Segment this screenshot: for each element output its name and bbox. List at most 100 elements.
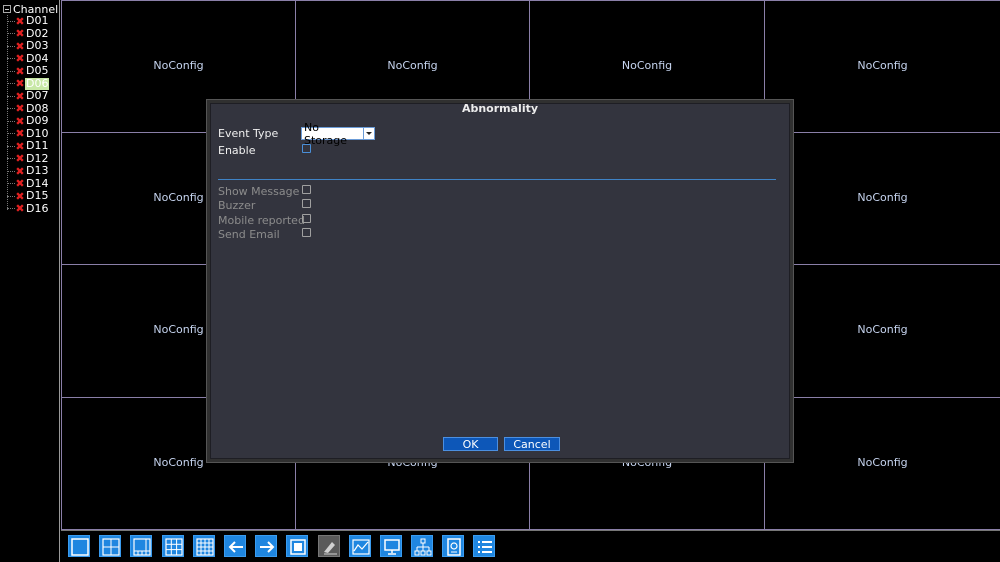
cell-status: NoConfig <box>387 456 437 529</box>
no-signal-icon: ✖ <box>15 139 25 153</box>
channel-tree: Channel ✖ D01 ✖ D02 ✖ D03 ✖ D04 ✖ D05 ✖ D06 ✖ D07 ✖ D08… <box>0 0 60 562</box>
channel-label: D05 <box>26 64 49 77</box>
video-cell[interactable]: NoConfig <box>764 397 1000 530</box>
collapse-icon[interactable] <box>3 5 11 13</box>
channel-item-d11[interactable]: ✖ D11 <box>7 140 49 152</box>
tree-connector <box>7 70 15 72</box>
buzzer-label: Buzzer <box>218 199 256 212</box>
cell-status: NoConfig <box>153 191 204 204</box>
cell-status: NoConfig <box>622 456 672 529</box>
sixteen-view-icon[interactable] <box>193 535 215 557</box>
no-signal-icon: ✖ <box>15 64 25 78</box>
tree-connector <box>7 145 15 147</box>
dialog-title: Abnormality <box>461 102 539 115</box>
storage-icon[interactable] <box>442 535 464 557</box>
event-type-label: Event Type <box>218 127 279 140</box>
no-signal-icon: ✖ <box>15 202 25 215</box>
channel-item-d08[interactable]: ✖ D08 <box>7 101 49 115</box>
ptz-icon[interactable] <box>318 535 340 557</box>
tree-connector <box>7 120 15 122</box>
channel-label: D09 <box>26 114 49 127</box>
show-message-label: Show Message <box>218 185 300 198</box>
tree-connector <box>7 20 15 22</box>
channel-label: D16 <box>26 201 49 215</box>
channel-item-d12[interactable]: ✖ D12 <box>7 151 49 165</box>
fullscreen-icon[interactable] <box>286 535 308 557</box>
eight-view-icon[interactable] <box>130 535 152 557</box>
channel-label: D15 <box>26 189 49 202</box>
divider <box>218 179 776 180</box>
channel-item-d04[interactable]: ✖ D04 <box>7 51 49 65</box>
channel-label: D11 <box>26 139 49 152</box>
nine-view-icon[interactable] <box>162 535 184 557</box>
channel-item-d03[interactable]: ✖ D03 <box>7 40 49 52</box>
tree-connector <box>7 33 15 34</box>
output-adjust-icon[interactable] <box>380 535 402 557</box>
dialog-body <box>210 103 790 459</box>
channel-label: D14 <box>26 176 49 190</box>
no-signal-icon: ✖ <box>15 114 25 128</box>
ok-button[interactable]: OK <box>443 437 498 451</box>
next-icon[interactable] <box>255 535 277 557</box>
cell-status: NoConfig <box>857 323 908 336</box>
no-signal-icon: ✖ <box>15 164 25 178</box>
cell-status: NoConfig <box>153 323 204 336</box>
channel-item-d06[interactable]: ✖ D06 <box>7 76 50 90</box>
channel-item-d13[interactable]: ✖ D13 <box>7 165 49 177</box>
channel-label: D04 <box>26 51 49 65</box>
no-signal-icon: ✖ <box>15 189 25 203</box>
channel-item-d09[interactable]: ✖ D09 <box>7 115 49 127</box>
video-cell[interactable]: NoConfig <box>764 264 1000 398</box>
tree-connector <box>7 208 15 209</box>
previous-icon[interactable] <box>224 535 246 557</box>
cell-status: NoConfig <box>857 456 908 469</box>
mobile-reported-label: Mobile reported <box>218 214 305 227</box>
cell-status: NoConfig <box>857 59 908 72</box>
cancel-button[interactable]: Cancel <box>504 437 560 451</box>
color-adjust-icon[interactable] <box>349 535 371 557</box>
video-cell[interactable]: NoConfig <box>764 0 1000 133</box>
channel-item-d07[interactable]: ✖ D07 <box>7 90 49 102</box>
event-type-value: No Storage <box>304 120 348 147</box>
cell-status: NoConfig <box>857 191 908 204</box>
channel-item-d05[interactable]: ✖ D05 <box>7 65 49 77</box>
enable-checkbox[interactable] <box>302 144 311 153</box>
mobile-reported-checkbox[interactable] <box>302 214 311 223</box>
tree-connector <box>7 45 15 47</box>
tree-connector <box>7 158 15 159</box>
event-type-select[interactable]: No Storage <box>301 121 375 147</box>
tree-connector <box>7 133 15 134</box>
channel-label: D08 <box>26 101 49 115</box>
single-view-icon[interactable] <box>68 535 90 557</box>
channel-item-d14[interactable]: ✖ D14 <box>7 176 49 190</box>
quad-view-icon[interactable] <box>99 535 121 557</box>
channel-label: D12 <box>26 151 49 165</box>
network-icon[interactable] <box>411 535 433 557</box>
enable-label: Enable <box>218 144 256 157</box>
no-signal-icon: ✖ <box>15 27 25 40</box>
channel-label: D13 <box>26 164 49 177</box>
video-cell[interactable]: NoConfig <box>764 132 1000 265</box>
menu-list-icon[interactable] <box>473 535 495 557</box>
tree-connector <box>7 95 15 97</box>
no-signal-icon: ✖ <box>15 127 25 140</box>
no-signal-icon: ✖ <box>15 52 25 65</box>
channel-item-d16[interactable]: ✖ D16 <box>7 201 49 215</box>
buzzer-checkbox[interactable] <box>302 199 311 208</box>
cell-status: NoConfig <box>153 59 204 72</box>
tree-connector <box>7 195 15 197</box>
channel-item-d01[interactable]: ✖ D01 <box>7 15 49 27</box>
channel-item-d02[interactable]: ✖ D02 <box>7 27 49 40</box>
tree-connector <box>7 108 15 109</box>
chevron-down-icon[interactable] <box>363 128 374 139</box>
channel-label: D06 <box>25 76 50 90</box>
channel-label: D10 <box>26 126 49 140</box>
show-message-checkbox[interactable] <box>302 185 311 194</box>
channel-label: D03 <box>26 39 49 52</box>
no-signal-icon: ✖ <box>15 77 25 90</box>
send-email-checkbox[interactable] <box>302 228 311 237</box>
channel-item-d10[interactable]: ✖ D10 <box>7 126 49 140</box>
no-signal-icon: ✖ <box>15 152 25 165</box>
channel-item-d15[interactable]: ✖ D15 <box>7 190 49 202</box>
tree-connector <box>7 183 15 184</box>
